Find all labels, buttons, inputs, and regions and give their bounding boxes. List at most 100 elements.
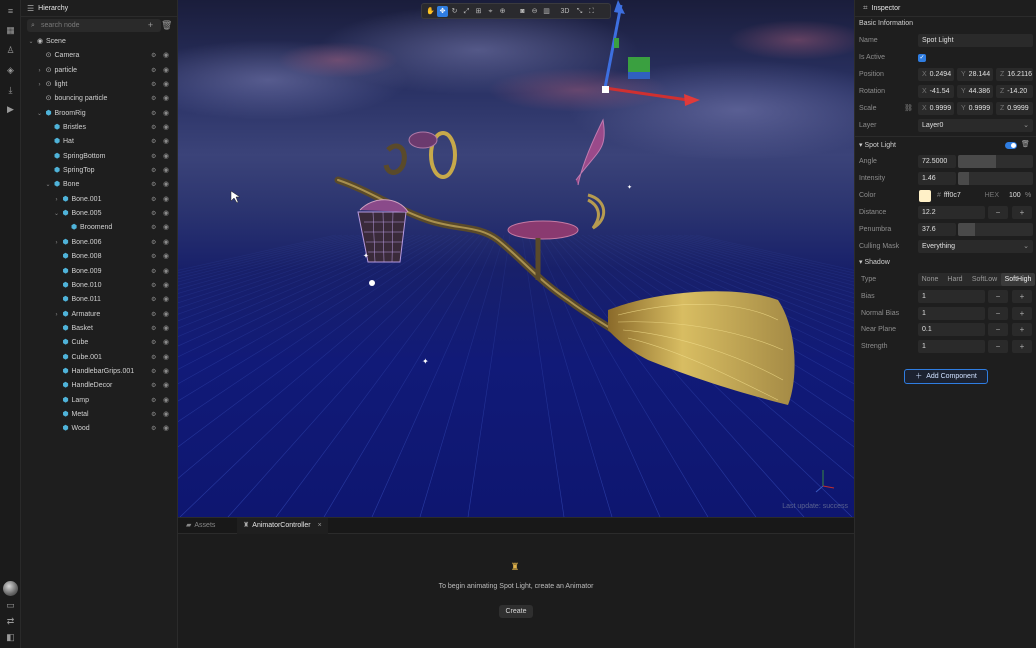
normal-bias-field[interactable]: 1 xyxy=(918,307,985,320)
spot-light-section[interactable]: ▾ Spot Light xyxy=(859,141,896,149)
shadow-type-softlow[interactable]: SoftLow xyxy=(968,273,1001,286)
near-plane-increment-button[interactable]: + xyxy=(1012,323,1032,336)
distance-decrement-button[interactable]: − xyxy=(988,206,1008,219)
menu-icon[interactable]: ≡ xyxy=(5,6,16,17)
tree-row[interactable]: ⬢ Hat ⚙ ◉ xyxy=(21,135,178,149)
settings-icon[interactable]: ⚙ xyxy=(151,351,156,365)
tree-row[interactable]: ⬢ Bristles ⚙ ◉ xyxy=(21,121,178,135)
layer-select[interactable]: Layer0 ⌄ xyxy=(918,119,1033,132)
scale-z-field[interactable]: Z 0.9999 xyxy=(996,102,1033,115)
user-icon[interactable]: ♙ xyxy=(5,45,16,56)
shapes-icon[interactable]: ◈ xyxy=(5,65,16,76)
eye-icon[interactable]: ◉ xyxy=(163,150,169,164)
settings-icon[interactable]: ⚙ xyxy=(151,408,156,422)
tree-row[interactable]: › ⊙ light ⚙ ◉ xyxy=(21,78,178,92)
settings-icon[interactable]: ⚙ xyxy=(151,250,156,264)
settings-icon[interactable]: ⚙ xyxy=(151,92,156,106)
eye-icon[interactable]: ◉ xyxy=(163,78,169,92)
near-plane-field[interactable]: 0.1 xyxy=(918,323,985,336)
settings-icon[interactable]: ⚙ xyxy=(151,164,156,178)
rotation-z-field[interactable]: Z -14.20 xyxy=(996,85,1033,98)
eye-icon[interactable]: ◉ xyxy=(163,379,169,393)
settings-icon[interactable]: ⚙ xyxy=(151,379,156,393)
eye-icon[interactable]: ◉ xyxy=(163,164,169,178)
strength-decrement-button[interactable]: − xyxy=(988,340,1008,353)
tree-row[interactable]: ⌄ ⬢ Bone.005 ⚙ ◉ xyxy=(21,207,178,221)
camera-icon[interactable]: ◙ xyxy=(517,6,528,17)
settings-icon[interactable]: ⚙ xyxy=(151,293,156,307)
angle-field[interactable]: 72.5000 xyxy=(918,155,956,168)
settings-icon[interactable]: ⚙ xyxy=(151,150,156,164)
scale-y-field[interactable]: Y 0.9999 xyxy=(957,102,993,115)
tree-row[interactable]: › ⬢ Bone.006 ⚙ ◉ xyxy=(21,236,178,250)
download-icon[interactable]: ⤓ xyxy=(5,85,16,96)
position-y-field[interactable]: Y 28.144 xyxy=(957,68,993,81)
strength-increment-button[interactable]: + xyxy=(1012,340,1032,353)
settings-icon[interactable]: ⚙ xyxy=(151,64,156,78)
tree-row[interactable]: ⬢ Bone.011 ⚙ ◉ xyxy=(21,293,178,307)
chevron-right-icon[interactable]: › xyxy=(53,193,61,207)
translate-icon[interactable]: ⇄ xyxy=(5,616,16,627)
eye-icon[interactable]: ◉ xyxy=(163,394,169,408)
tree-row[interactable]: ⌄ ⬢ Bone ⚙ ◉ xyxy=(21,178,178,192)
intensity-field[interactable]: 1.46 xyxy=(918,172,956,185)
settings-icon[interactable]: ⚙ xyxy=(151,236,156,250)
scene-viewport[interactable]: ✦ ✦ ✦ ✋ ✥ ↻ ⤢ ⊞ ⌖ ⊕ ◙ ⊖ ▥ 3D ⤡ ⛶ Last up… xyxy=(178,0,854,517)
shadow-type-none[interactable]: None xyxy=(918,273,942,286)
tree-row[interactable]: ⊙ bouncing particle ⚙ ◉ xyxy=(21,92,178,106)
eye-icon[interactable]: ◉ xyxy=(163,207,169,221)
search-input[interactable]: ⌕ search node xyxy=(27,19,161,32)
tree-row[interactable]: › ⊙ particle ⚙ ◉ xyxy=(21,64,178,78)
rotation-y-field[interactable]: Y 44.386 xyxy=(957,85,993,98)
create-animator-button[interactable]: Create xyxy=(499,605,533,618)
hand-tool-icon[interactable]: ✋ xyxy=(425,6,436,17)
settings-icon[interactable]: ⚙ xyxy=(151,135,156,149)
tree-row[interactable]: ⊙ Camera ⚙ ◉ xyxy=(21,49,178,63)
tree-row[interactable]: ⬢ SpringTop ⚙ ◉ xyxy=(21,164,178,178)
eye-icon[interactable]: ◉ xyxy=(163,293,169,307)
chevron-down-icon[interactable]: ⌄ xyxy=(53,207,61,221)
chevron-right-icon[interactable]: › xyxy=(53,308,61,322)
eye-icon[interactable]: ◉ xyxy=(163,365,169,379)
eye-icon[interactable]: ◉ xyxy=(163,221,169,235)
normal-bias-increment-button[interactable]: + xyxy=(1012,307,1032,320)
position-z-field[interactable]: Z 16.2116 xyxy=(996,68,1033,81)
keyboard-icon[interactable]: ▭ xyxy=(5,600,16,611)
tree-row[interactable]: ⬢ Lamp ⚙ ◉ xyxy=(21,394,178,408)
settings-icon[interactable]: ⚙ xyxy=(151,279,156,293)
intensity-slider[interactable] xyxy=(958,172,1033,185)
settings-icon[interactable]: ⚙ xyxy=(151,121,156,135)
tree-row[interactable]: ⬢ Basket ⚙ ◉ xyxy=(21,322,178,336)
chevron-down-icon[interactable]: ⌄ xyxy=(36,107,44,121)
hierarchy-tab[interactable]: ☰ Hierarchy xyxy=(21,0,177,17)
play-icon[interactable]: ▶ xyxy=(5,104,16,115)
eye-icon[interactable]: ◉ xyxy=(163,351,169,365)
eye-icon[interactable]: ◉ xyxy=(163,193,169,207)
eye-icon[interactable]: ◉ xyxy=(163,107,169,121)
tab-animator-controller[interactable]: ♜ AnimatorController × xyxy=(237,518,328,534)
color-swatch[interactable] xyxy=(919,190,931,202)
rotate-tool-icon[interactable]: ↻ xyxy=(449,6,460,17)
tree-row[interactable]: ⌄ ◉ Scene xyxy=(21,35,178,49)
pivot-icon[interactable]: ⌖ xyxy=(485,6,496,17)
eye-icon[interactable]: ◉ xyxy=(163,265,169,279)
eye-icon[interactable]: ◉ xyxy=(163,336,169,350)
close-tab-icon[interactable]: × xyxy=(318,522,322,529)
distance-increment-button[interactable]: + xyxy=(1012,206,1032,219)
avatar[interactable] xyxy=(3,581,18,596)
global-local-icon[interactable]: ⊕ xyxy=(497,6,508,17)
settings-icon[interactable]: ⚙ xyxy=(151,365,156,379)
settings-icon[interactable]: ⚙ xyxy=(151,178,156,192)
chevron-down-icon[interactable]: ⌄ xyxy=(44,178,52,192)
eye-icon[interactable]: ◉ xyxy=(163,64,169,78)
inspector-tab[interactable]: ⌗ Inspector xyxy=(855,0,1036,17)
tree-row[interactable]: ⬢ Bone.008 ⚙ ◉ xyxy=(21,250,178,264)
toggle-3d-button[interactable]: 3D xyxy=(558,6,572,17)
tab-assets[interactable]: ▰ Assets xyxy=(186,518,215,534)
eye-icon[interactable]: ◉ xyxy=(163,250,169,264)
tree-row[interactable]: › ⬢ Armature ⚙ ◉ xyxy=(21,308,178,322)
eye-icon[interactable]: ◉ xyxy=(163,422,169,436)
name-field[interactable]: Spot Light xyxy=(918,34,1033,47)
ruler-icon[interactable]: ▥ xyxy=(541,6,552,17)
bias-field[interactable]: 1 xyxy=(918,290,985,303)
